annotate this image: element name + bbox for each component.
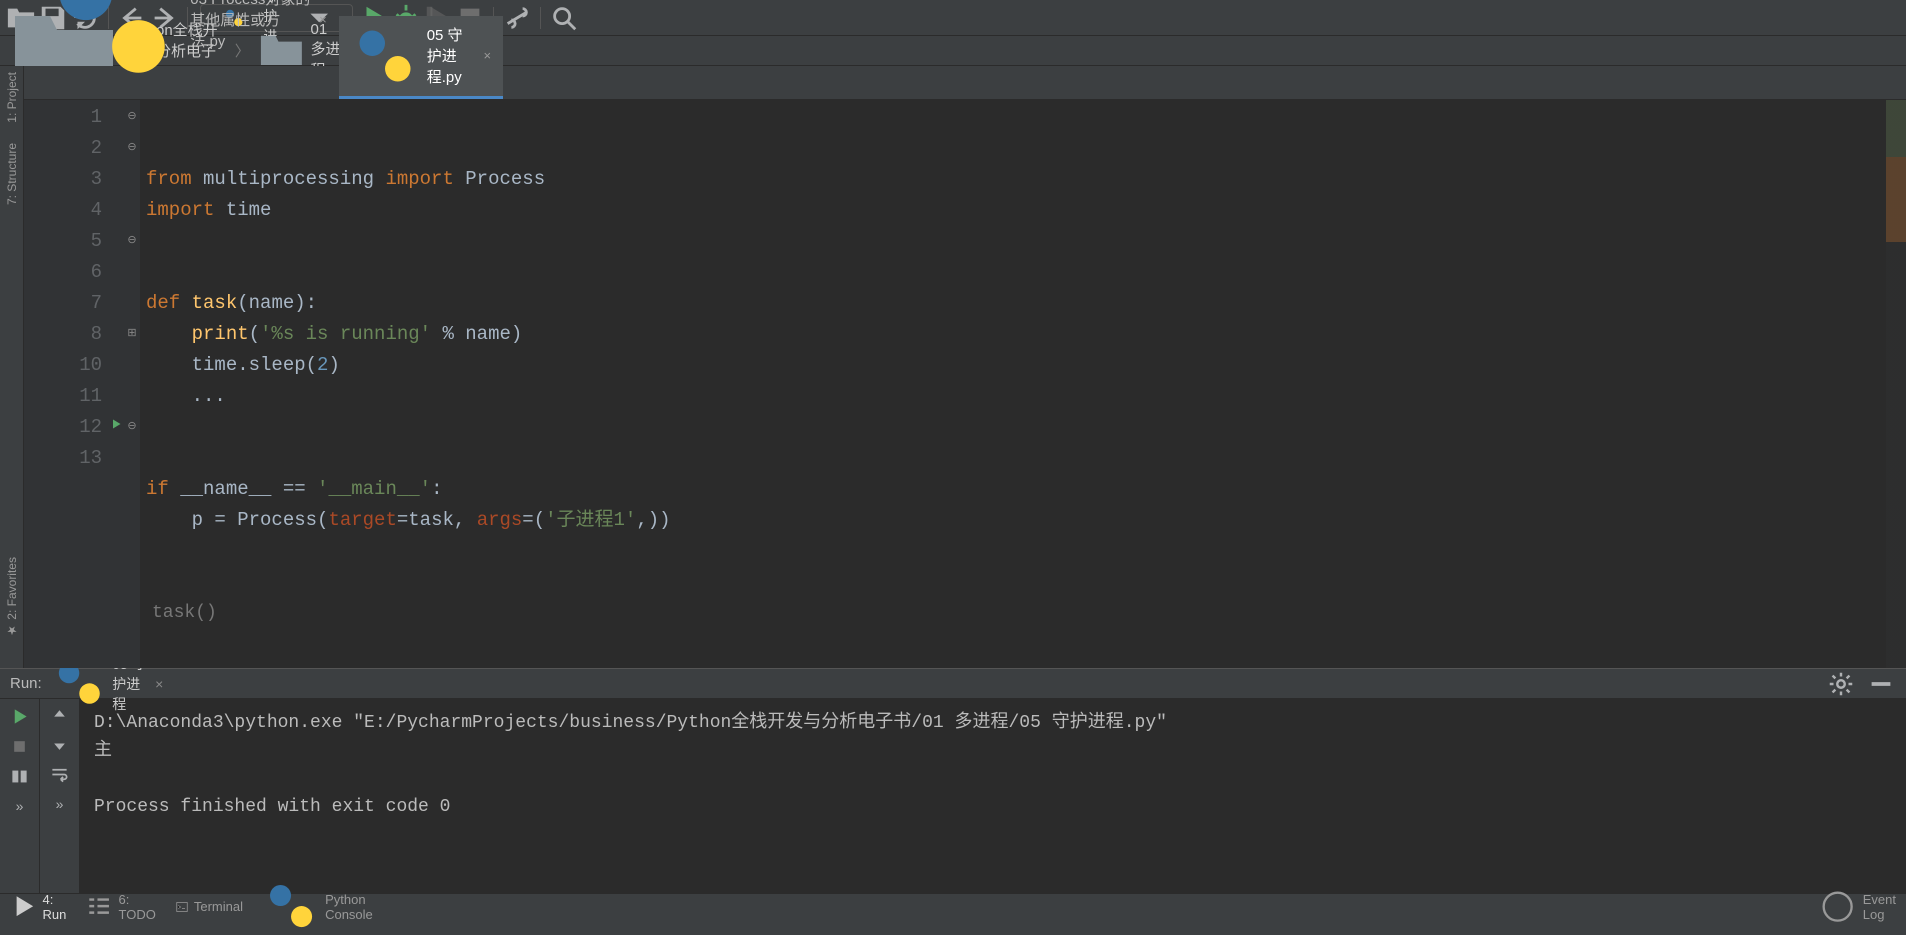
todo-status-button[interactable]: 6: TODO (86, 892, 156, 922)
minimize-icon[interactable] (1866, 669, 1896, 699)
gear-icon[interactable] (1826, 669, 1856, 699)
close-tab-icon[interactable]: × (484, 48, 492, 63)
stop-icon[interactable] (11, 738, 28, 755)
structure-tool-button[interactable]: 7: Structure (5, 143, 19, 205)
line-number[interactable]: 1 (24, 102, 102, 133)
run-title: Run: (10, 675, 42, 692)
line-number[interactable]: 6 (24, 257, 102, 288)
fold-marker (124, 164, 140, 195)
search-icon[interactable] (549, 3, 579, 33)
editor-tab[interactable]: 05 守护进程.py × (339, 16, 503, 99)
line-number[interactable]: 7 (24, 288, 102, 319)
code-line[interactable] (146, 412, 1886, 443)
code-editor[interactable]: 1234567810111213 ⊖⊖⊖⊞⊖ from multiprocess… (24, 100, 1906, 668)
fold-marker (124, 288, 140, 319)
more-icon[interactable]: » (56, 796, 64, 812)
code-area[interactable]: from multiprocessing import Processimpor… (140, 100, 1886, 668)
fold-marker (124, 381, 140, 412)
project-tool-button[interactable]: 1: Project (5, 72, 19, 123)
left-tool-rail: 1: Project 7: Structure ★2: Favorites (0, 66, 24, 668)
line-number[interactable]: 5 (24, 226, 102, 257)
run-tool-window: Run: 05 守护进程 × » (0, 668, 1906, 893)
fold-marker[interactable]: ⊖ (124, 102, 140, 133)
context-info: task() (146, 598, 1886, 629)
run-actions-column: » (0, 699, 40, 893)
close-icon[interactable]: × (155, 676, 163, 692)
line-number[interactable]: 11 (24, 381, 102, 412)
minimap[interactable] (1886, 100, 1906, 668)
code-line[interactable]: from multiprocessing import Process (146, 164, 1886, 195)
code-line[interactable]: ... (146, 381, 1886, 412)
terminal-status-button[interactable]: Terminal (176, 899, 243, 914)
rerun-icon[interactable] (10, 707, 29, 726)
favorites-tool-button[interactable]: ★2: Favorites (5, 557, 19, 638)
code-line[interactable] (146, 257, 1886, 288)
line-number[interactable]: 3 (24, 164, 102, 195)
run-status-button[interactable]: 4: Run (10, 892, 66, 922)
fold-column[interactable]: ⊖⊖⊖⊞⊖ (124, 100, 140, 668)
settings-icon[interactable] (502, 3, 532, 33)
run-header: Run: 05 守护进程 × (0, 669, 1906, 699)
status-bar: 4: Run 6: TODO Terminal Python Console E… (0, 893, 1906, 919)
python-file-icon (351, 22, 419, 90)
more-icon[interactable]: » (16, 798, 24, 814)
line-number[interactable]: 12 (24, 412, 102, 443)
fold-marker (124, 257, 140, 288)
run-output[interactable]: D:\Anaconda3\python.exe "E:/PycharmProje… (80, 699, 1906, 893)
fold-marker[interactable]: ⊞ (124, 319, 140, 350)
code-line[interactable]: time.sleep(2) (146, 350, 1886, 381)
line-number[interactable]: 2 (24, 133, 102, 164)
close-tab-icon[interactable]: × (319, 12, 327, 27)
layout-icon[interactable] (10, 767, 29, 786)
fold-marker (124, 350, 140, 381)
editor-tab[interactable]: 03 Process对象的其他属性或方法.py × (30, 0, 339, 99)
fold-marker (124, 443, 140, 474)
editor-tabs: 03 Process对象的其他属性或方法.py × 05 守护进程.py × (24, 66, 1906, 100)
code-line[interactable]: print('%s is running' % name) (146, 319, 1886, 350)
fold-marker[interactable]: ⊖ (124, 133, 140, 164)
separator (540, 7, 541, 29)
python-file-icon (42, 0, 182, 90)
event-log-button[interactable]: Event Log (1819, 888, 1896, 925)
code-line[interactable]: import time (146, 195, 1886, 226)
code-line[interactable] (146, 226, 1886, 257)
python-console-status-button[interactable]: Python Console (263, 878, 373, 934)
code-line[interactable] (146, 443, 1886, 474)
line-number[interactable]: 8 (24, 319, 102, 350)
fold-marker[interactable]: ⊖ (124, 412, 140, 443)
code-line[interactable]: if __name__ == '__main__': (146, 474, 1886, 505)
line-gutter[interactable]: 1234567810111213 (24, 100, 124, 668)
line-number[interactable]: 4 (24, 195, 102, 226)
code-line[interactable]: def task(name): (146, 288, 1886, 319)
fold-marker[interactable]: ⊖ (124, 226, 140, 257)
fold-marker (124, 195, 140, 226)
up-icon[interactable] (51, 707, 68, 724)
line-number[interactable]: 13 (24, 443, 102, 474)
code-line[interactable]: p = Process(target=task, args=('子进程1',)) (146, 505, 1886, 536)
down-icon[interactable] (51, 736, 68, 753)
line-number[interactable]: 10 (24, 350, 102, 381)
soft-wrap-icon[interactable] (50, 765, 69, 784)
run-output-actions: » (40, 699, 80, 893)
